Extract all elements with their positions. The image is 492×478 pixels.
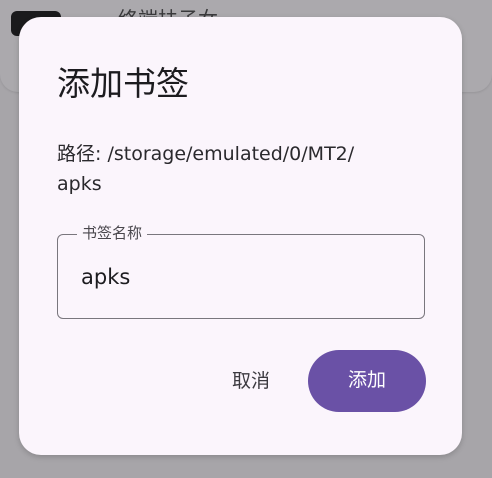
bookmark-name-label: 书签名称 <box>77 223 148 243</box>
add-button[interactable]: 添加 <box>308 350 426 412</box>
path-text-line-2: apks <box>57 173 102 195</box>
cancel-button[interactable]: 取消 <box>217 364 285 400</box>
add-bookmark-dialog: 添加书签 路径: /storage/emulated/0/MT2/ apks 书… <box>19 17 462 455</box>
path-text-line-1: 路径: /storage/emulated/0/MT2/ <box>57 143 355 165</box>
bookmark-name-input[interactable] <box>81 262 401 292</box>
dialog-title: 添加书签 <box>57 64 189 103</box>
bookmark-name-field[interactable]: 书签名称 <box>57 223 425 319</box>
